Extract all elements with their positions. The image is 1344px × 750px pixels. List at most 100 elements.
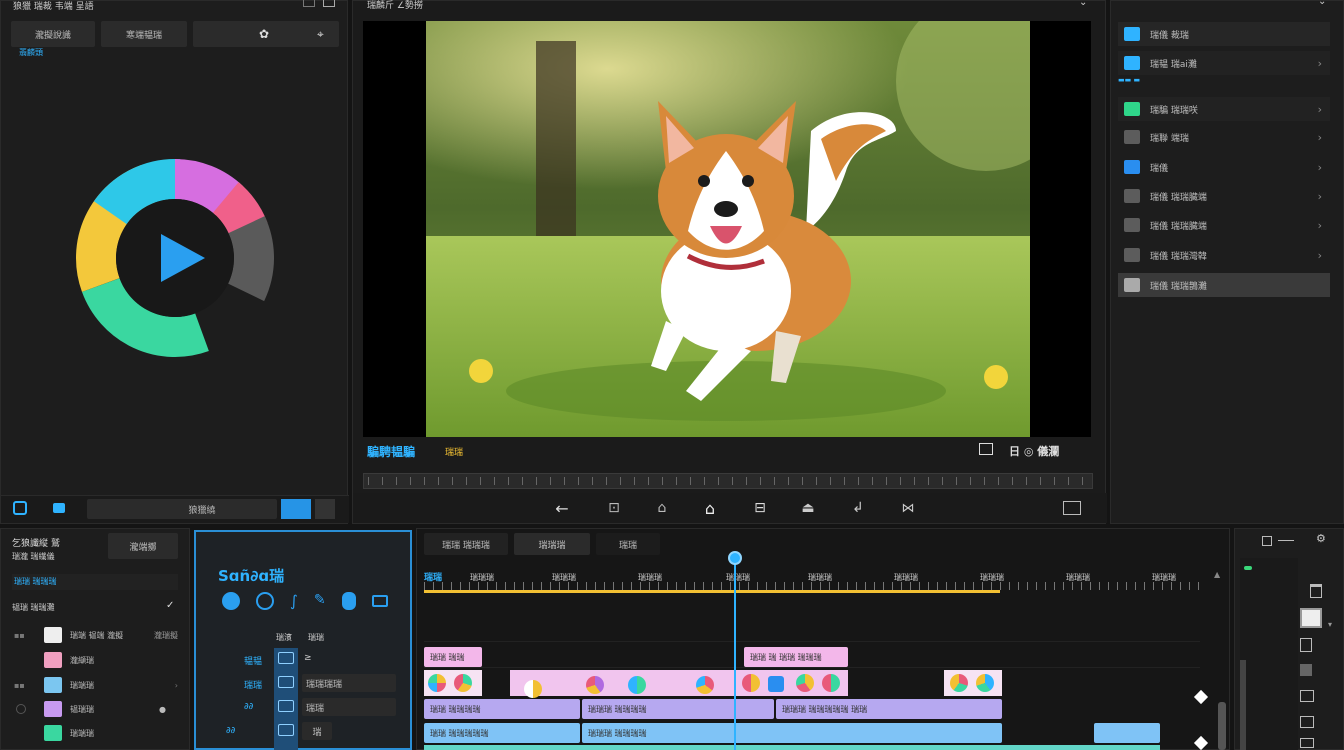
track-b-clip-2[interactable] bbox=[1094, 723, 1160, 743]
meter-icon-2[interactable] bbox=[1300, 664, 1312, 676]
panel-square-icon[interactable] bbox=[303, 0, 315, 7]
menu-item-2[interactable]: 瑞騙 瑞瑞咲 › bbox=[1118, 97, 1330, 121]
meter-mini-chevron[interactable]: ▾ bbox=[1328, 620, 1332, 629]
effect-row-1-icon[interactable] bbox=[278, 676, 294, 688]
timeline-scroll-up[interactable]: ▲ bbox=[1214, 570, 1220, 579]
menu-item-8[interactable]: 瑞儀 瑞瑞鵲灘 bbox=[1118, 273, 1330, 297]
track-b-clip-0[interactable]: 瑞瑞 瑞瑞瑞瑞瑞 bbox=[424, 723, 580, 743]
video-frame[interactable] bbox=[363, 21, 1091, 437]
track-c-strip[interactable] bbox=[424, 745, 1160, 750]
row-label-2: 瑞端瑞 bbox=[70, 680, 94, 690]
blue-tab-icon[interactable] bbox=[53, 503, 65, 513]
menu-label-7: 瑞儀 瑞瑞灣韓 bbox=[1150, 251, 1207, 262]
meter-icon-3[interactable] bbox=[1300, 690, 1314, 702]
effect-row-1-field[interactable]: 瑞瑞瑞瑞 bbox=[302, 674, 396, 692]
menu-item-5[interactable]: 瑞儀 瑞瑞臓端 › bbox=[1118, 184, 1330, 208]
timeline-tab-2[interactable]: 瑞瑞 bbox=[596, 533, 660, 555]
move-icon[interactable]: ⌖ bbox=[317, 27, 324, 42]
bulb-icon[interactable] bbox=[341, 592, 356, 610]
effect-row-0-icon[interactable] bbox=[278, 652, 294, 664]
track-lane bbox=[424, 620, 1200, 642]
track-b-clip-1[interactable]: 瑞瑞瑞 瑞瑞瑞瑞 bbox=[582, 723, 1002, 743]
return-icon[interactable]: ↲ bbox=[847, 497, 869, 519]
menu-item-6[interactable]: 瑞儀 瑞瑞臓端 › bbox=[1118, 213, 1330, 237]
meter-header-icon[interactable] bbox=[1262, 536, 1272, 546]
menu-item-1[interactable]: 瑞韫 瑞ai灘 › bbox=[1118, 51, 1330, 75]
track-a-clip-2[interactable]: 瑞瑞瑞 瑞瑞瑞瑞瑞 瑞瑞 bbox=[776, 699, 1002, 719]
menu-item-3[interactable]: 瑞聯 端瑞 › bbox=[1118, 125, 1330, 149]
layer-row-4[interactable]: 瑞端瑞 bbox=[0, 722, 190, 744]
fullscreen-icon[interactable] bbox=[979, 443, 993, 455]
trash-icon[interactable] bbox=[1310, 584, 1322, 598]
title-clip-b[interactable]: 瑞瑞 瑞 瑞瑞 瑞瑞瑞 bbox=[744, 647, 848, 667]
effect-row-2-icon[interactable] bbox=[278, 700, 294, 712]
left-tab-1[interactable]: 瀧擬說識 bbox=[11, 21, 95, 47]
effect-row-3-icon[interactable] bbox=[278, 724, 294, 736]
left-bottom-label: 狼獵繞 bbox=[188, 505, 216, 516]
effect-row-2-field[interactable]: 瑞瑞 bbox=[302, 698, 396, 716]
track-a-clip-0[interactable]: 瑞瑞 瑞瑞瑞瑞 bbox=[424, 699, 580, 719]
bottom-left-header-btn[interactable]: 瀧端擲 bbox=[108, 533, 178, 559]
frame-icon[interactable]: ⊡ bbox=[603, 497, 625, 519]
pen-icon[interactable]: ✎ bbox=[314, 592, 326, 610]
effect-row-3-field[interactable]: 瑞 bbox=[302, 722, 332, 740]
title-clip-a[interactable]: 瑞瑞 瑞瑞 bbox=[424, 647, 482, 667]
target-icon[interactable] bbox=[256, 592, 274, 610]
right-panel-chevron-icon[interactable]: ⌄ bbox=[1318, 0, 1326, 7]
preview-scrubber[interactable] bbox=[363, 473, 1093, 489]
layer-row-0[interactable]: ▪▪ 瑞端 韫端 瀧擬 瀧瑞擬 bbox=[0, 624, 190, 646]
left-tab-2[interactable]: 寒端韫瑞 bbox=[101, 21, 187, 47]
panel-toggle-icon[interactable] bbox=[1063, 501, 1081, 515]
meter-icon-4[interactable] bbox=[1300, 716, 1314, 728]
meter-icon-5[interactable] bbox=[1300, 738, 1314, 748]
track-a-clip-1[interactable]: 瑞瑞瑞 瑞瑞瑞瑞 bbox=[582, 699, 774, 719]
split-icon[interactable]: ⊟ bbox=[749, 497, 771, 519]
menu-icon-2 bbox=[1124, 102, 1140, 116]
link-icon[interactable]: ⋈ bbox=[897, 497, 919, 519]
layer-row-1[interactable]: 瀧纈瑞 bbox=[0, 649, 190, 671]
chevron-down-icon[interactable]: ⌄ bbox=[1079, 0, 1087, 8]
playhead-handle[interactable] bbox=[728, 551, 742, 565]
home-outline-icon[interactable]: ⌂ bbox=[651, 497, 673, 519]
row-circle-icon[interactable] bbox=[16, 704, 26, 714]
playhead-line[interactable] bbox=[734, 560, 736, 750]
timeline-scrollbar[interactable] bbox=[1218, 702, 1226, 750]
layer-row-3[interactable]: 韫瑞瑞 ● bbox=[0, 698, 190, 720]
row-tag: 瀧瑞擬 bbox=[154, 630, 178, 640]
menu-label-4: 瑞儀 bbox=[1150, 163, 1169, 174]
meter-bar[interactable] bbox=[1240, 660, 1246, 750]
stack-icon[interactable] bbox=[1300, 608, 1322, 628]
menu-item-0[interactable]: 瑞儀 裁瑞 bbox=[1118, 22, 1330, 46]
record-icon[interactable] bbox=[222, 592, 240, 610]
camera-icon[interactable] bbox=[371, 595, 388, 607]
effect-row-1-left: 瑞瑞 bbox=[244, 681, 263, 691]
left-bottom-field[interactable]: 狼獵繞 bbox=[87, 499, 277, 519]
left-bottom-blue-btn[interactable] bbox=[281, 499, 311, 519]
row-bullet: ▪▪ bbox=[14, 680, 25, 690]
thumb-circle-icon bbox=[976, 674, 994, 692]
work-area-bar[interactable] bbox=[424, 590, 1000, 593]
layers-icon[interactable] bbox=[13, 501, 27, 515]
left-bottom-gray-btn[interactable] bbox=[315, 499, 335, 519]
thumb-circle-icon bbox=[454, 674, 472, 692]
left-sub-label[interactable]: 翡麟頭 bbox=[19, 47, 43, 58]
home-icon[interactable]: ⌂ bbox=[699, 497, 721, 519]
meter-icon-1[interactable] bbox=[1300, 638, 1312, 652]
check-icon[interactable]: ✓ bbox=[166, 600, 174, 611]
menu-icon-6 bbox=[1124, 218, 1140, 232]
timeline-tab-0[interactable]: 瑞瑞 瑞瑞瑞 bbox=[424, 533, 508, 555]
bottom-left-link[interactable]: 瑞瑞 瑞瑞瑞 bbox=[12, 574, 178, 590]
panel-expand-icon[interactable] bbox=[323, 0, 335, 7]
eject-icon[interactable]: ⏏ bbox=[797, 497, 819, 519]
effect-row-3-left: ∂∂ bbox=[226, 726, 236, 736]
menu-icon-3 bbox=[1124, 130, 1140, 144]
back-arrow-icon[interactable]: ← bbox=[551, 497, 573, 519]
row-chevron-icon[interactable]: › bbox=[175, 681, 178, 690]
menu-item-4[interactable]: 瑞儀 › bbox=[1118, 155, 1330, 179]
meter-settings-icon[interactable]: ⚙ bbox=[1316, 532, 1326, 545]
layer-row-2[interactable]: ▪▪ 瑞端瑞 › bbox=[0, 674, 190, 696]
curve-icon[interactable]: ∫ bbox=[290, 592, 298, 610]
menu-item-7[interactable]: 瑞儀 瑞瑞灣韓 › bbox=[1118, 243, 1330, 267]
row-dot-icon[interactable]: ● bbox=[159, 705, 166, 714]
timeline-tab-1[interactable]: 瑞瑞瑞 bbox=[514, 533, 590, 555]
